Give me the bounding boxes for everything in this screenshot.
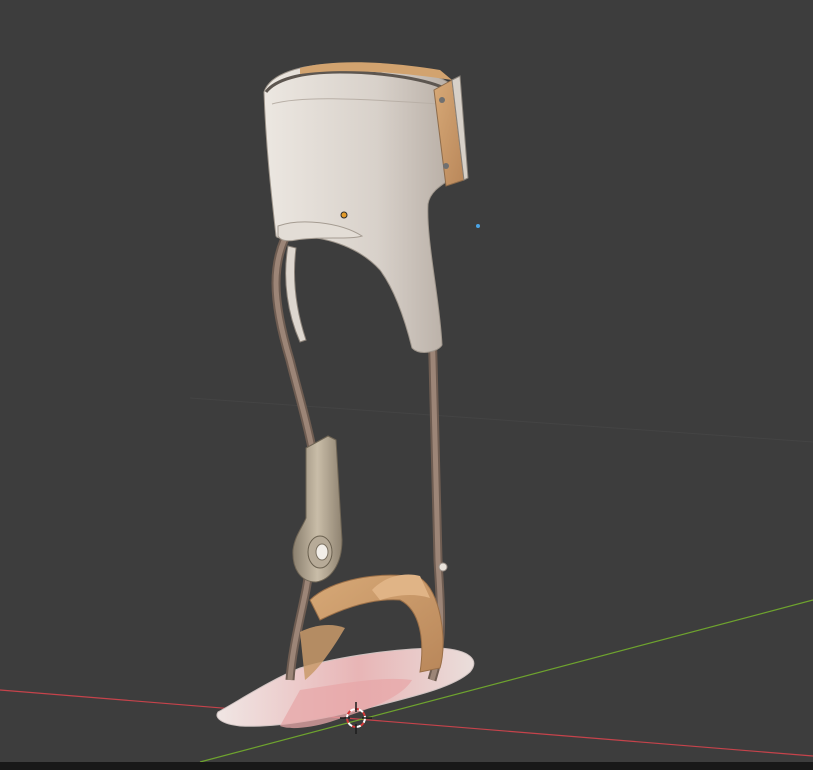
calf-cuff[interactable] — [263, 62, 469, 353]
x-axis-line — [0, 689, 813, 757]
light-icon[interactable] — [476, 224, 480, 228]
grid-line — [189, 397, 813, 443]
ankle-hinge[interactable] — [292, 435, 343, 583]
object-origin-dot[interactable] — [340, 211, 348, 219]
status-bar — [0, 762, 813, 770]
3d-viewport[interactable] — [0, 0, 813, 770]
scene-canvas[interactable] — [0, 0, 813, 770]
